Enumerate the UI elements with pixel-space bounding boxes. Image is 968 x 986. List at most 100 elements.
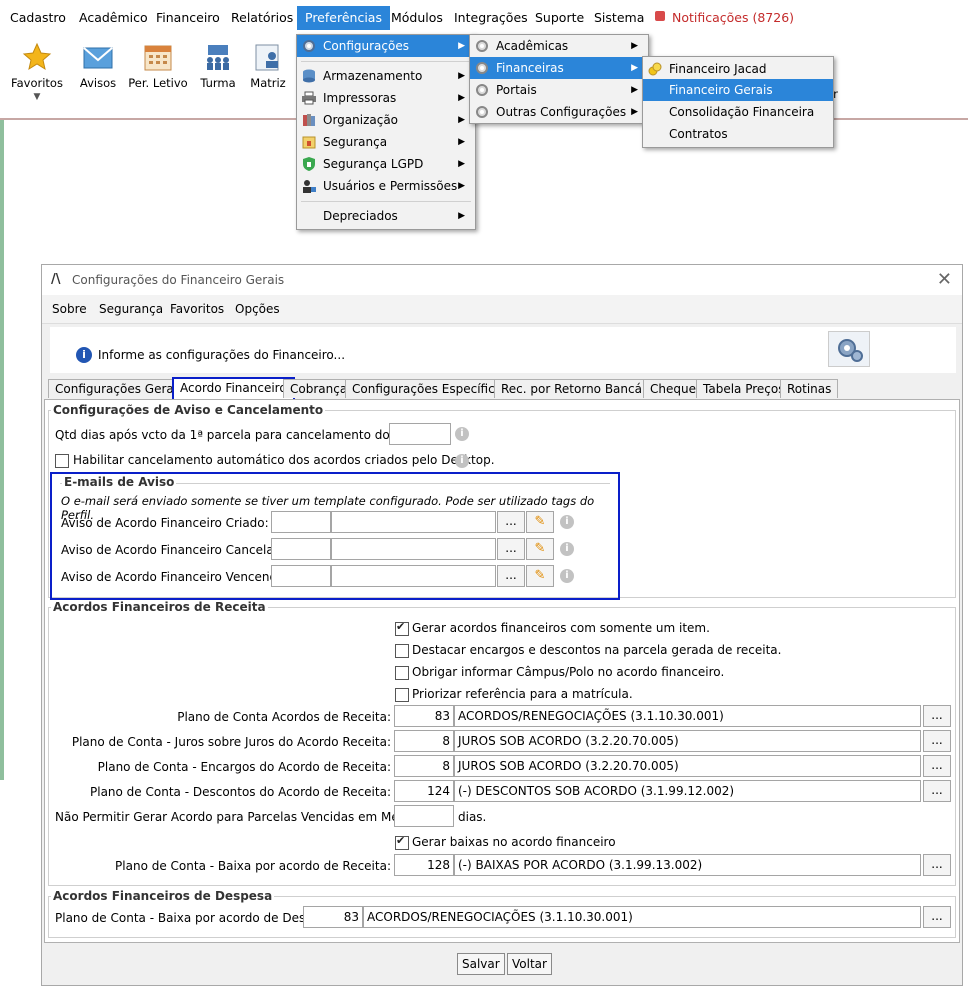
menu-integracoes[interactable]: Integrações: [454, 10, 528, 25]
gerar-baixas-label: Gerar baixas no acordo financeiro: [412, 835, 616, 849]
menu-suporte[interactable]: Suporte: [535, 10, 584, 25]
favoritos-button[interactable]: Favoritos ▼: [7, 42, 67, 102]
aviso-vencendo-browse-button[interactable]: ...: [497, 565, 525, 587]
tab-configuracoes-gerais[interactable]: Configurações Gerais: [48, 379, 191, 398]
menu-modulos[interactable]: Módulos: [391, 10, 443, 25]
gerar-somente-um-item-checkbox[interactable]: [395, 620, 409, 636]
periodo-letivo-button[interactable]: Per. Letivo: [128, 42, 188, 90]
menu-item-configuracoes[interactable]: Configurações ▶: [297, 35, 475, 57]
menu-item-seguranca-lgpd[interactable]: Segurança LGPD ▶: [297, 153, 475, 175]
config-window: /\ Configurações do Financeiro Gerais ✕ …: [41, 264, 963, 986]
aviso-vencendo-edit-button[interactable]: ✎: [526, 565, 554, 587]
plano-baixa-despesa-browse-button[interactable]: ...: [923, 906, 951, 928]
habilitar-cancelamento-checkbox[interactable]: [55, 454, 69, 468]
menu-item-contratos[interactable]: Contratos: [643, 123, 833, 145]
plano-descontos-browse-button[interactable]: ...: [923, 780, 951, 802]
aviso-cancelado-browse-button[interactable]: ...: [497, 538, 525, 560]
avisos-button[interactable]: Avisos: [68, 42, 128, 90]
priorizar-referencia-checkbox[interactable]: [395, 688, 409, 702]
menu-item-academicas[interactable]: Acadêmicas ▶: [470, 35, 648, 57]
plano-juros-browse-button[interactable]: ...: [923, 730, 951, 752]
notification-icon[interactable]: [655, 11, 665, 21]
nao-permitir-dias-input[interactable]: [394, 805, 454, 827]
gerar-baixas-checkbox[interactable]: [395, 834, 409, 850]
nao-permitir-label: Não Permitir Gerar Acordo para Parcelas …: [55, 810, 439, 824]
menu-cadastro[interactable]: Cadastro: [10, 10, 66, 25]
menu-sistema[interactable]: Sistema: [594, 10, 644, 25]
menu-item-consolidacao-financeira[interactable]: Consolidação Financeira: [643, 101, 833, 123]
window-menu-favoritos[interactable]: Favoritos: [170, 302, 224, 316]
menu-item-portais[interactable]: Portais ▶: [470, 79, 648, 101]
menu-item-depreciados[interactable]: Depreciados ▶: [297, 205, 475, 227]
printer-icon: [302, 91, 316, 105]
tab-rec-retorno-bancario[interactable]: Rec. por Retorno Bancário: [494, 379, 665, 398]
plano-baixa-receita-browse-button[interactable]: ...: [923, 854, 951, 876]
window-titlebar: /\ Configurações do Financeiro Gerais ✕: [42, 265, 962, 295]
destacar-encargos-checkbox[interactable]: [395, 644, 409, 658]
salvar-button[interactable]: Salvar: [457, 953, 505, 975]
aviso-cancelado-desc-input[interactable]: [331, 538, 496, 560]
plano-acordos-receita-browse-button[interactable]: ...: [923, 705, 951, 727]
aviso-criado-edit-button[interactable]: ✎: [526, 511, 554, 533]
window-menu-sobre[interactable]: Sobre: [52, 302, 87, 316]
document-user-icon: [255, 44, 279, 71]
plano-baixa-receita-code[interactable]: 128: [394, 854, 454, 876]
plano-encargos-code[interactable]: 8: [394, 755, 454, 777]
plano-acordos-receita-desc[interactable]: ACORDOS/RENEGOCIAÇÕES (3.1.10.30.001): [454, 705, 921, 727]
gear-icon: [476, 40, 488, 52]
tab-tabela-precos[interactable]: Tabela Preços: [696, 379, 792, 398]
notifications-link[interactable]: Notificações (8726): [672, 10, 794, 25]
voltar-button[interactable]: Voltar: [507, 953, 552, 975]
menu-item-financeiro-jacad[interactable]: Financeiro Jacad: [643, 58, 833, 80]
aviso-criado-desc-input[interactable]: [331, 511, 496, 533]
menu-item-outras-configuracoes[interactable]: Outras Configurações ▶: [470, 101, 648, 123]
menu-relatorios[interactable]: Relatórios: [231, 10, 293, 25]
obrigar-campus-checkbox[interactable]: [395, 666, 409, 680]
tab-configuracoes-especificas[interactable]: Configurações Específicas: [345, 379, 516, 398]
window-menu-seguranca[interactable]: Segurança: [99, 302, 163, 316]
menu-financeiro[interactable]: Financeiro: [156, 10, 220, 25]
aviso-vencendo-code-input[interactable]: [271, 565, 331, 587]
menu-item-impressoras[interactable]: Impressoras ▶: [297, 87, 475, 109]
plano-encargos-desc[interactable]: JUROS SOB ACORDO (3.2.20.70.005): [454, 755, 921, 777]
menu-academico[interactable]: Acadêmico: [79, 10, 148, 25]
menu-item-financeiras[interactable]: Financeiras ▶: [470, 57, 648, 79]
info-icon[interactable]: i: [455, 427, 469, 441]
menu-item-armazenamento[interactable]: Armazenamento ▶: [297, 65, 475, 87]
tab-cobranca[interactable]: Cobrança: [283, 379, 355, 398]
tab-rotinas[interactable]: Rotinas: [780, 379, 839, 398]
window-menu-opcoes[interactable]: Opções: [235, 302, 280, 316]
menu-item-financeiro-gerais[interactable]: Financeiro Gerais: [643, 79, 833, 101]
aviso-criado-code-input[interactable]: [271, 511, 331, 533]
aviso-vencendo-desc-input[interactable]: [331, 565, 496, 587]
plano-juros-desc[interactable]: JUROS SOB ACORDO (3.2.20.70.005): [454, 730, 921, 752]
menu-item-organizacao[interactable]: Organização ▶: [297, 109, 475, 131]
menu-preferencias[interactable]: Preferências: [297, 6, 390, 30]
settings-gear-button[interactable]: [828, 331, 870, 367]
tab-acordo-financeiro[interactable]: Acordo Financeiro: [172, 377, 295, 401]
plano-encargos-browse-button[interactable]: ...: [923, 755, 951, 777]
aviso-cancelado-edit-button[interactable]: ✎: [526, 538, 554, 560]
info-icon[interactable]: i: [455, 454, 469, 468]
info-icon[interactable]: i: [560, 569, 574, 583]
menu-item-usuarios-permissoes[interactable]: Usuários e Permissões ▶: [297, 175, 475, 197]
plano-baixa-receita-desc[interactable]: (-) BAIXAS POR ACORDO (3.1.99.13.002): [454, 854, 921, 876]
aviso-criado-browse-button[interactable]: ...: [497, 511, 525, 533]
gear-icon: [303, 40, 315, 52]
info-icon[interactable]: i: [560, 542, 574, 556]
plano-descontos-code[interactable]: 124: [394, 780, 454, 802]
aviso-cancelado-code-input[interactable]: [271, 538, 331, 560]
close-icon[interactable]: ✕: [937, 269, 952, 290]
plano-baixa-despesa-code[interactable]: 83: [303, 906, 363, 928]
plano-acordos-receita-code[interactable]: 83: [394, 705, 454, 727]
tab-cheque[interactable]: Cheque: [643, 379, 703, 398]
menu-item-seguranca[interactable]: Segurança ▶: [297, 131, 475, 153]
chevron-down-icon: ▼: [33, 92, 41, 102]
info-icon[interactable]: i: [560, 515, 574, 529]
plano-juros-code[interactable]: 8: [394, 730, 454, 752]
plano-baixa-despesa-desc[interactable]: ACORDOS/RENEGOCIAÇÕES (3.1.10.30.001): [363, 906, 921, 928]
matriz-button[interactable]: Matriz: [238, 42, 298, 90]
plano-descontos-desc[interactable]: (-) DESCONTOS SOB ACORDO (3.1.99.12.002): [454, 780, 921, 802]
gear-icon: [476, 106, 488, 118]
qtd-dias-input[interactable]: [389, 423, 451, 445]
